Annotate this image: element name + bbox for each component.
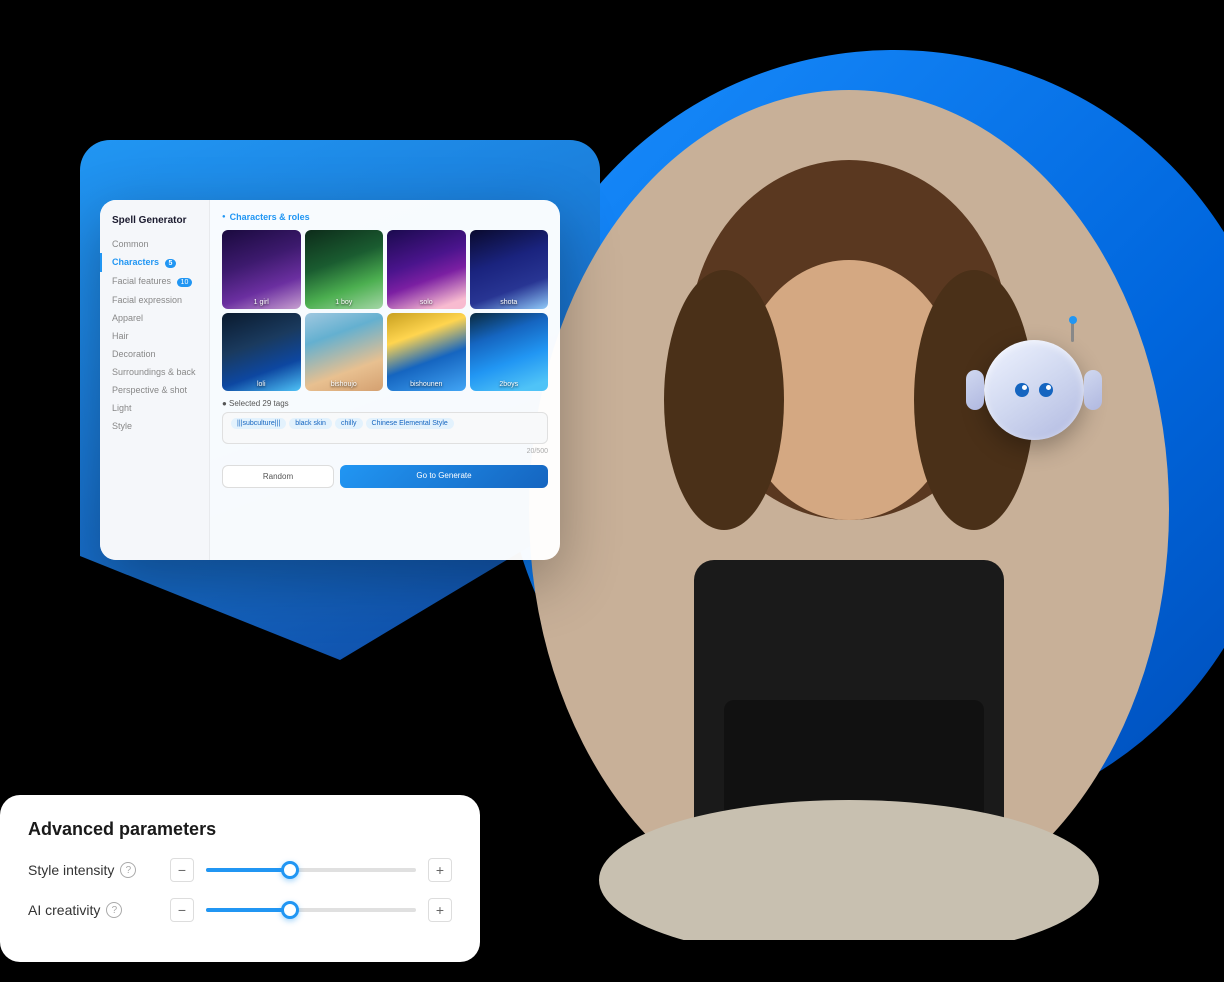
style-intensity-slider-fill — [206, 868, 290, 872]
style-intensity-slider-track[interactable] — [206, 868, 416, 872]
tag-subculture[interactable]: |||subculture||| — [231, 418, 286, 429]
robot-arm-right — [1084, 370, 1102, 410]
sidebar-item-perspective[interactable]: Perspective & shot — [100, 381, 209, 399]
image-label-bishounen: bishounen — [410, 381, 442, 388]
image-cell-loli[interactable]: loli — [222, 313, 301, 392]
advanced-parameters-card: Advanced parameters Style intensity ? − … — [0, 795, 480, 962]
spell-sidebar-title: Spell Generator — [100, 214, 209, 235]
image-label-bishoujo: bishoujo — [331, 381, 357, 388]
robot-antenna — [1071, 320, 1074, 342]
image-cell-1girl[interactable]: 1 girl — [222, 230, 301, 309]
robot-face — [1015, 383, 1053, 397]
ai-creativity-slider-fill — [206, 908, 290, 912]
image-cell-1boy[interactable]: 1 boy — [305, 230, 384, 309]
spell-generator-card: Spell Generator Common Characters 5 Faci… — [100, 200, 560, 560]
spell-sidebar: Spell Generator Common Characters 5 Faci… — [100, 200, 210, 560]
image-cell-bishounen[interactable]: bishounen — [387, 313, 466, 392]
spell-main-content: Characters & roles 1 girl 1 boy solo sho… — [210, 200, 560, 560]
sidebar-item-style[interactable]: Style — [100, 417, 209, 435]
image-label-solo: solo — [420, 299, 433, 306]
sidebar-item-facial-features[interactable]: Facial features 10 — [100, 272, 209, 291]
style-intensity-label: Style intensity ? — [28, 862, 158, 878]
image-label-1girl: 1 girl — [254, 299, 269, 306]
style-intensity-help-icon[interactable]: ? — [120, 862, 136, 878]
ai-creativity-help-icon[interactable]: ? — [106, 902, 122, 918]
style-intensity-row: Style intensity ? − + — [28, 858, 452, 882]
sidebar-item-common[interactable]: Common — [100, 235, 209, 253]
person-silhouette — [524, 80, 1174, 940]
ai-creativity-plus-button[interactable]: + — [428, 898, 452, 922]
image-cell-shota[interactable]: shota — [470, 230, 549, 309]
image-label-loli: loli — [257, 381, 266, 388]
image-cell-2boys[interactable]: 2boys — [470, 313, 549, 392]
robot-eye-right — [1039, 383, 1053, 397]
image-cell-bishoujo[interactable]: bishoujo — [305, 313, 384, 392]
generate-button[interactable]: Go to Generate — [340, 465, 548, 488]
sidebar-item-decoration[interactable]: Decoration — [100, 345, 209, 363]
image-label-shota: shota — [500, 299, 517, 306]
sidebar-item-light[interactable]: Light — [100, 399, 209, 417]
character-image-grid: 1 girl 1 boy solo shota loli bishoujo bi… — [222, 230, 548, 391]
tag-black-skin[interactable]: black skin — [289, 418, 332, 429]
robot-body — [984, 340, 1084, 440]
characters-section-title: Characters & roles — [222, 212, 548, 222]
robot-mascot — [964, 340, 1104, 480]
sidebar-item-facial-expression[interactable]: Facial expression — [100, 291, 209, 309]
image-label-2boys: 2boys — [499, 381, 518, 388]
sidebar-item-hair[interactable]: Hair — [100, 327, 209, 345]
facial-features-badge: 10 — [177, 278, 193, 287]
ai-creativity-slider-track[interactable] — [206, 908, 416, 912]
tag-pills-container: |||subculture||| black skin chilly Chine… — [231, 418, 539, 429]
robot-arm-left — [966, 370, 984, 410]
sidebar-item-surroundings[interactable]: Surroundings & back — [100, 363, 209, 381]
spell-footer: Random Go to Generate — [222, 465, 548, 488]
selected-tags-label: ● Selected 29 tags — [222, 399, 548, 408]
characters-badge: 5 — [165, 259, 177, 268]
ai-creativity-minus-button[interactable]: − — [170, 898, 194, 922]
sidebar-item-characters[interactable]: Characters 5 — [100, 253, 209, 272]
style-intensity-minus-button[interactable]: − — [170, 858, 194, 882]
ai-creativity-row: AI creativity ? − + — [28, 898, 452, 922]
advanced-parameters-title: Advanced parameters — [28, 819, 452, 840]
person-photo-area — [524, 80, 1224, 950]
tag-chilly[interactable]: chilly — [335, 418, 363, 429]
char-count: 20/500 — [222, 448, 548, 455]
tag-chinese-elemental[interactable]: Chinese Elemental Style — [366, 418, 454, 429]
random-button[interactable]: Random — [222, 465, 334, 488]
style-intensity-slider-thumb[interactable] — [281, 861, 299, 879]
image-cell-solo[interactable]: solo — [387, 230, 466, 309]
image-label-1boy: 1 boy — [335, 299, 352, 306]
tags-input-area[interactable]: |||subculture||| black skin chilly Chine… — [222, 412, 548, 444]
ai-creativity-slider-thumb[interactable] — [281, 901, 299, 919]
robot-eye-left — [1015, 383, 1029, 397]
style-intensity-plus-button[interactable]: + — [428, 858, 452, 882]
ai-creativity-label: AI creativity ? — [28, 902, 158, 918]
sidebar-item-apparel[interactable]: Apparel — [100, 309, 209, 327]
